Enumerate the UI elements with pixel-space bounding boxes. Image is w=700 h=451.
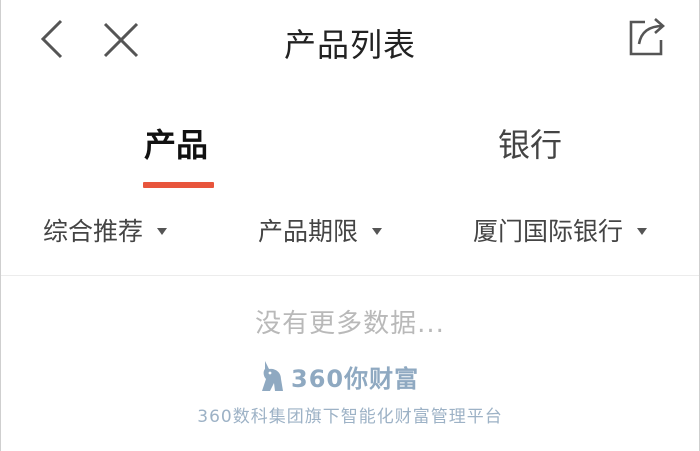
filter-term-dropdown[interactable]: 产品期限 bbox=[258, 212, 383, 248]
share-icon bbox=[629, 18, 665, 56]
share-button[interactable] bbox=[625, 14, 669, 58]
page-title: 产品列表 bbox=[283, 26, 416, 64]
filter-label: 厦门国际银行 bbox=[473, 217, 624, 246]
caret-down-icon bbox=[372, 227, 383, 235]
active-tab-indicator bbox=[143, 182, 214, 188]
unicorn-logo-icon bbox=[262, 361, 283, 391]
brand-name: 360你财富 bbox=[291, 364, 420, 393]
tab-bank[interactable]: 银行 bbox=[498, 120, 562, 166]
tab-product[interactable]: 产品 bbox=[144, 120, 208, 166]
filter-label: 综合推荐 bbox=[43, 217, 144, 246]
nav-bar: 产品列表 bbox=[1, 0, 699, 80]
brand-logo: 360你财富 bbox=[259, 358, 419, 394]
filter-sort-dropdown[interactable]: 综合推荐 bbox=[43, 212, 168, 248]
brand-tagline: 360数科集团旗下智能化财富管理平台 bbox=[197, 407, 503, 427]
filter-label: 产品期限 bbox=[258, 217, 359, 246]
caret-down-icon bbox=[637, 227, 648, 235]
empty-state-text: 没有更多数据... bbox=[255, 309, 445, 339]
tab-bar: 产品 银行 bbox=[1, 110, 699, 200]
filter-bar: 综合推荐 产品期限 厦门国际银行 bbox=[1, 205, 699, 255]
filter-bank-dropdown[interactable]: 厦门国际银行 bbox=[473, 212, 648, 248]
caret-down-icon bbox=[157, 227, 168, 235]
divider bbox=[1, 275, 699, 276]
